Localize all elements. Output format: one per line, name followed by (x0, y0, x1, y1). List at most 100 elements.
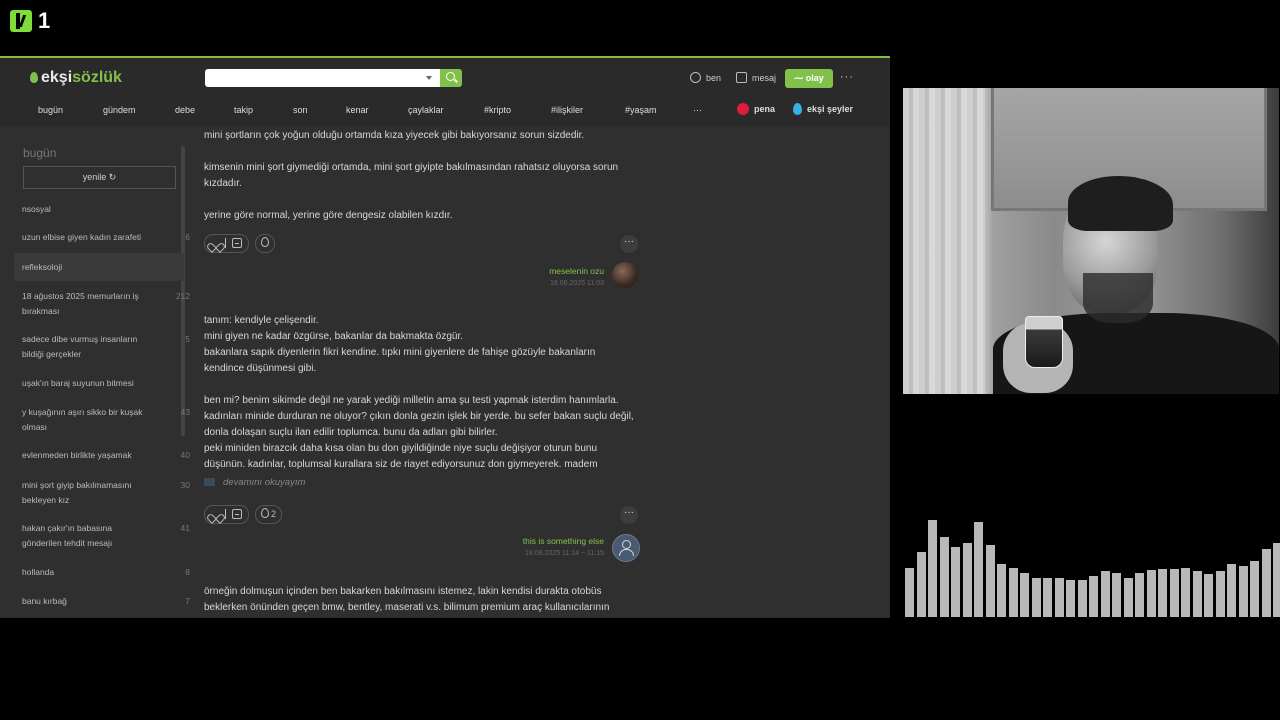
entry-menu-button[interactable]: ··· (620, 506, 638, 524)
entry-author[interactable]: meselenin ozu (484, 266, 604, 276)
sidebar-item[interactable]: banu kırbağ 7 (22, 594, 190, 609)
audio-bar (1031, 578, 1041, 617)
entry-line: donla dolaşan suçlu ilan edilir toplumca… (204, 427, 498, 438)
audio-bar (962, 543, 972, 617)
more-menu-button[interactable]: ··· (840, 71, 854, 83)
topic-title: sadece dibe vurmuş insanların (22, 334, 138, 344)
entry-text: kimsenin mini şort giymediği ortamda, mi… (204, 160, 644, 192)
entry-line: ben mi? benim sikimde değil ne yarak yed… (204, 395, 619, 406)
messages-button[interactable]: mesaj (736, 72, 776, 83)
nav-bugun[interactable]: bugün (38, 105, 63, 115)
sidebar-item[interactable]: nsosyal (22, 202, 172, 217)
sidebar-item[interactable]: hakan çakır'ın babasına gönderilen tehdit… (22, 521, 190, 551)
sidebar-item[interactable]: y kuşağının aşırı sikko bir kuşak olması 4… (22, 405, 190, 435)
drop-icon (261, 508, 269, 518)
sidebar-item[interactable]: evlenmeden birlikte yaşamak 40 (22, 448, 190, 463)
topic-title-cont: olması (22, 422, 48, 432)
nav-pena[interactable]: pena (737, 103, 775, 115)
sidebar-item[interactable]: 18 ağustos 2025 memurların iş bırakması 21… (22, 289, 190, 319)
events-button[interactable]: ⁓ olay (785, 69, 833, 88)
entry-line: kızdadır. (204, 178, 242, 189)
nav-yasam[interactable]: #yaşam (625, 105, 657, 115)
site-logo[interactable]: ekşisözlük (30, 69, 122, 87)
vote-buttons[interactable] (204, 234, 249, 253)
entry-author[interactable]: this is something else (484, 536, 604, 546)
audio-bar (997, 564, 1006, 617)
expand-icon (204, 478, 215, 486)
audio-bar (1192, 571, 1202, 617)
channel-number: 1 (38, 8, 51, 33)
entry-line: düşünün. kadınlar, toplumsal kurallara s… (204, 459, 598, 470)
audio-bar (1112, 573, 1121, 617)
topic-title: evlenmeden birlikte yaşamak (22, 450, 132, 460)
topic-title: hakan çakır'ın babasına (22, 523, 112, 533)
heart-icon[interactable] (210, 239, 219, 247)
refresh-button[interactable]: yenile ↻ (23, 166, 176, 189)
entry-line: bakanlara sapık diyenlerin fikri kendine… (204, 347, 596, 358)
drop-button[interactable]: 2 (255, 505, 282, 524)
topic-count: 8 (185, 567, 190, 577)
topic-title: banu kırbağ (22, 596, 67, 606)
topic-title: mini şort giyip bakılmamasını (22, 480, 132, 490)
audio-bar (951, 547, 960, 617)
topic-title: 18 ağustos 2025 memurların iş (22, 291, 139, 301)
sidebar-item[interactable]: uşak'ın baraj suyunun bitmesi (22, 376, 172, 391)
nav-eksi-seyler[interactable]: ekşi şeyler (793, 103, 853, 115)
entry-date[interactable]: 18.08.2025 11:03 (484, 280, 604, 287)
messages-label: mesaj (752, 73, 777, 83)
nav-kripto[interactable]: #kripto (484, 105, 511, 115)
audio-bar (1215, 571, 1225, 617)
entry-line: kimsenin mini şort giymediği ortamda, mi… (204, 162, 619, 173)
nav-takip[interactable]: takip (234, 105, 253, 115)
entry-text: tanım: kendiyle çelişendir. mini giyen n… (204, 313, 644, 473)
topic-count: 40 (180, 450, 190, 460)
search-input[interactable] (205, 69, 440, 87)
audio-bar (1100, 571, 1110, 617)
read-more-label: devamını okuyayım (223, 477, 306, 488)
entry-date[interactable]: 18.08.2025 11:14 ~ 11:15 (484, 550, 604, 557)
sidebar-item[interactable]: uzun elbise giyen kadın zarafeti 6 (22, 230, 190, 245)
audio-bar (1123, 578, 1133, 617)
topic-count: 43 (180, 407, 190, 417)
author-avatar[interactable] (612, 262, 638, 288)
audio-bar (1273, 543, 1280, 617)
vote-buttons[interactable] (204, 505, 249, 524)
audio-bar (905, 568, 914, 617)
heart-icon[interactable] (210, 510, 219, 518)
nav-son[interactable]: son (293, 105, 308, 115)
dislike-icon[interactable] (232, 509, 242, 519)
drop-icon (30, 72, 38, 83)
divider (225, 509, 226, 519)
entry-menu-button[interactable]: ··· (620, 235, 638, 253)
drop-button[interactable] (255, 234, 275, 253)
audio-bar (1066, 580, 1075, 617)
eksi-seyler-label: ekşi şeyler (807, 104, 854, 114)
sidebar-item-active[interactable]: refleksoloji (14, 253, 184, 281)
nav-kenar[interactable]: kenar (346, 105, 369, 115)
read-more-link[interactable]: devamını okuyayım (204, 477, 305, 488)
sidebar-item[interactable]: sadece dibe vurmuş insanların bildiği ger… (22, 332, 190, 362)
search-button[interactable] (440, 69, 462, 87)
divider (225, 238, 226, 248)
nav-gundem[interactable]: gündem (103, 105, 136, 115)
nav-caylaklar[interactable]: çaylaklar (408, 105, 444, 115)
drop-icon (261, 237, 269, 247)
topic-title: uşak'ın baraj suyunun bitmesi (22, 378, 134, 388)
curtain (903, 88, 985, 394)
sidebar-item[interactable]: hollanda 8 (22, 565, 190, 580)
default-avatar-icon[interactable] (612, 534, 640, 562)
nav-debe[interactable]: debe (175, 105, 195, 115)
dislike-icon[interactable] (232, 238, 242, 248)
nav-iliskiler[interactable]: #ilişkiler (551, 105, 583, 115)
audio-bar (1135, 573, 1144, 617)
nav-more[interactable]: ··· (693, 105, 702, 115)
entry-line: tanım: kendiyle çelişendir. (204, 315, 319, 326)
entry-line: kadınları minide durduran ne oluyor? çık… (204, 411, 634, 422)
sidebar-item[interactable]: mini şort giyip bakılmamasını bekleyen kı… (22, 478, 190, 508)
entry-line: kendince düşünmesi gibi. (204, 363, 317, 374)
audio-bar (1250, 561, 1259, 617)
topic-title: refleksoloji (22, 262, 63, 272)
entry-line: beklerken önünden geçen bmw, bentley, ma… (204, 602, 610, 613)
audio-bar (1146, 570, 1156, 617)
profile-button[interactable]: ben (690, 72, 721, 83)
